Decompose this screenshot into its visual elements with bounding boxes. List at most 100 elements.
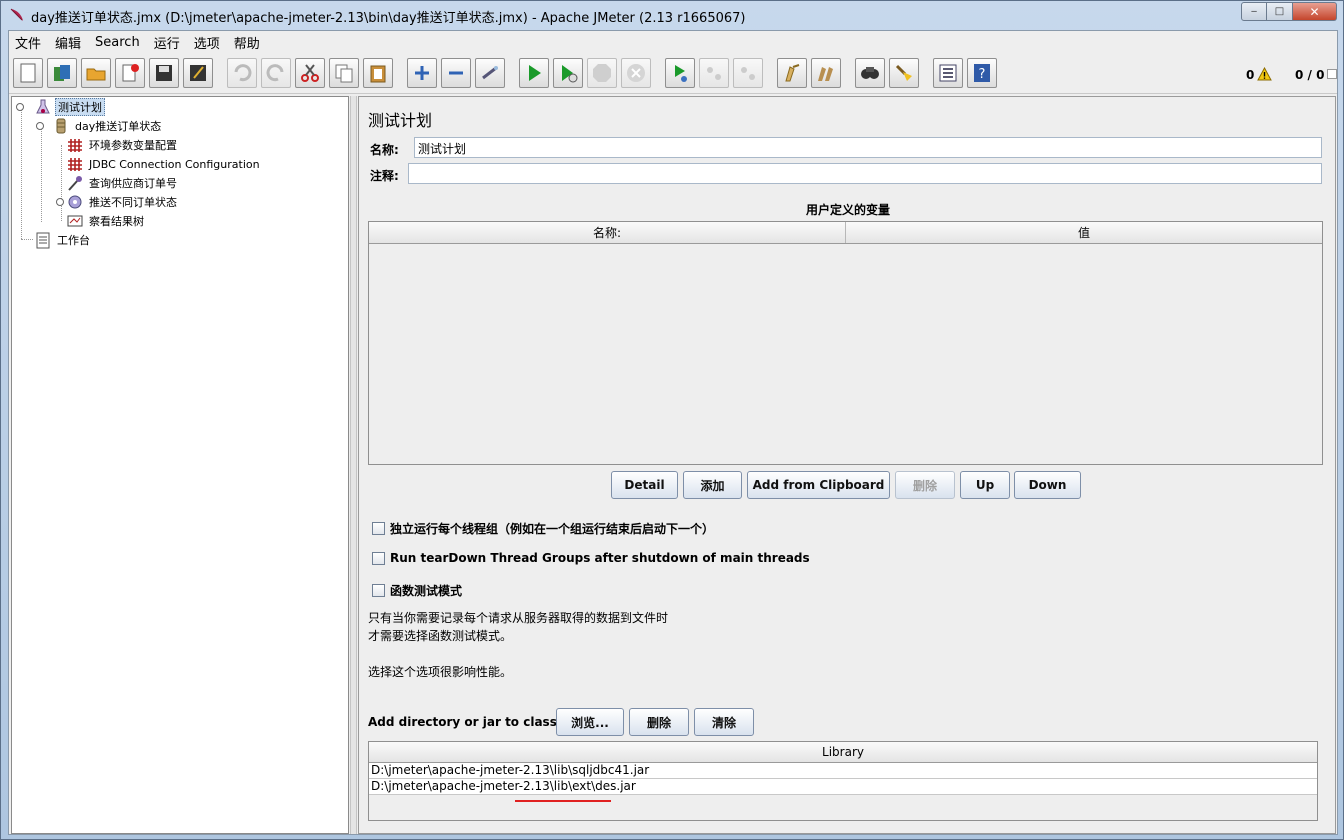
tree-label-push-status: 推送不同订单状态 [89, 196, 177, 209]
start-button[interactable] [519, 58, 549, 88]
save-button[interactable] [149, 58, 179, 88]
reset-search-button[interactable] [889, 58, 919, 88]
toggle-icon [482, 66, 498, 80]
library-row[interactable]: D:\jmeter\apache-jmeter-2.13\lib\ext\des… [369, 779, 1317, 795]
tree-node-env-vars[interactable]: 环境参数变量配置 [66, 136, 179, 154]
detail-button[interactable]: Detail [611, 471, 678, 499]
toolbar: ? 0 0 / 0 [9, 54, 1337, 94]
red-underline-annotation [515, 800, 611, 802]
svg-text:?: ? [979, 67, 986, 82]
comment-field[interactable] [408, 163, 1322, 184]
menu-run[interactable]: 运行 [154, 33, 180, 52]
name-field[interactable]: 测试计划 [414, 137, 1322, 158]
tree-node-jdbc-config[interactable]: JDBC Connection Configuration [66, 155, 262, 173]
split-pane-divider[interactable] [350, 96, 357, 834]
clear-all-icon [818, 67, 833, 81]
delete-button[interactable]: 删除 [895, 471, 955, 499]
help-icon: ? [974, 64, 990, 82]
tree-node-push-status[interactable]: 推送不同订单状态 [56, 193, 179, 211]
teardown-checkbox[interactable] [372, 551, 385, 565]
copy-icon [335, 64, 353, 83]
tree-label-thread-group: day推送订单状态 [75, 120, 162, 133]
expander-icon[interactable] [36, 122, 44, 130]
remote-shutdown-button[interactable] [733, 58, 763, 88]
stop-icon [593, 64, 611, 82]
classpath-clear-button[interactable]: 清除 [694, 708, 754, 736]
menu-help[interactable]: 帮助 [234, 33, 260, 52]
help-button[interactable]: ? [967, 58, 997, 88]
close-button[interactable]: ✕ [1293, 2, 1337, 21]
reset-search-icon [895, 64, 912, 81]
column-header-library[interactable]: Library [369, 742, 1317, 762]
stop-button[interactable] [587, 58, 617, 88]
classpath-delete-button[interactable]: 删除 [629, 708, 689, 736]
menu-options[interactable]: 选项 [194, 33, 220, 52]
functional-mode-checkbox[interactable] [372, 584, 385, 597]
tree-label-jdbc-config: JDBC Connection Configuration [89, 157, 260, 171]
teardown-option[interactable]: Run tearDown Thread Groups after shutdow… [372, 551, 810, 565]
down-button[interactable]: Down [1014, 471, 1081, 499]
add-from-clipboard-button[interactable]: Add from Clipboard [747, 471, 890, 499]
thread-count: 0 / 0 [1295, 68, 1325, 82]
error-count: 0 [1246, 68, 1255, 82]
paste-button[interactable] [363, 58, 393, 88]
collapse-button[interactable] [441, 58, 471, 88]
clear-all-button[interactable] [811, 58, 841, 88]
close-file-button[interactable] [115, 58, 145, 88]
tree-label-env-vars: 环境参数变量配置 [89, 139, 177, 152]
start-icon [529, 65, 541, 81]
add-button[interactable]: 添加 [683, 471, 742, 499]
expander-icon[interactable] [56, 198, 64, 206]
clear-button[interactable] [777, 58, 807, 88]
save-as-button[interactable] [183, 58, 213, 88]
search-button[interactable] [855, 58, 885, 88]
up-button[interactable]: Up [960, 471, 1010, 499]
menu-file[interactable]: 文件 [15, 33, 41, 52]
flask-icon [36, 99, 50, 114]
serialize-checkbox[interactable] [372, 522, 385, 535]
redo-button[interactable] [261, 58, 291, 88]
minimize-button[interactable]: ‒ [1241, 2, 1267, 21]
user-vars-table: 名称: 值 [368, 221, 1323, 465]
functional-mode-option[interactable]: 函数测试模式 [372, 582, 462, 599]
maximize-button[interactable]: □ [1267, 2, 1293, 21]
browse-button[interactable]: 浏览... [556, 708, 624, 736]
search-icon [861, 67, 879, 79]
tree-label-test-plan: 测试计划 [55, 98, 105, 116]
remote-start-icon [675, 65, 687, 82]
tree-node-test-plan[interactable]: 测试计划 [16, 98, 105, 116]
templates-button[interactable] [47, 58, 77, 88]
column-header-value[interactable]: 值 [846, 222, 1322, 243]
library-row[interactable]: D:\jmeter\apache-jmeter-2.13\lib\sqljdbc… [369, 763, 1317, 779]
remote-stop-button[interactable] [699, 58, 729, 88]
toggle-button[interactable] [475, 58, 505, 88]
tree-node-results-tree[interactable]: 察看结果树 [66, 212, 146, 230]
jmeter-window: day推送订单状态.jmx (D:\jmeter\apache-jmeter-2… [0, 0, 1344, 840]
listener-chart-icon [67, 215, 83, 227]
column-header-name[interactable]: 名称: [369, 222, 846, 243]
menu-search[interactable]: Search [95, 35, 140, 50]
close-file-icon [122, 64, 139, 82]
expand-button[interactable] [407, 58, 437, 88]
serialize-threadgroups-option[interactable]: 独立运行每个线程组（例如在一个组运行结束后启动下一个） [372, 520, 714, 537]
function-helper-button[interactable] [933, 58, 963, 88]
tree-label-workbench: 工作台 [57, 234, 90, 247]
undo-button[interactable] [227, 58, 257, 88]
menu-edit[interactable]: 编辑 [55, 33, 81, 52]
tree-node-workbench[interactable]: 工作台 [34, 231, 92, 249]
open-button[interactable] [81, 58, 111, 88]
tree-label-results-tree: 察看结果树 [89, 215, 144, 228]
tree-node-jdbc-request[interactable]: 查询供应商订单号 [66, 174, 179, 192]
shutdown-button[interactable] [621, 58, 651, 88]
copy-button[interactable] [329, 58, 359, 88]
comment-label: 注释: [370, 169, 399, 183]
expander-icon[interactable] [16, 103, 24, 111]
cut-button[interactable] [295, 58, 325, 88]
new-button[interactable] [13, 58, 43, 88]
remote-start-button[interactable] [665, 58, 695, 88]
jmeter-feather-icon [10, 8, 23, 21]
start-no-pause-button[interactable] [553, 58, 583, 88]
tree-node-thread-group[interactable]: day推送订单状态 [36, 117, 163, 135]
workbench-clipboard-icon [36, 232, 50, 249]
test-tree: 测试计划 day推送订单状态 环境参数变量配置 JDBC Connection … [11, 96, 349, 834]
